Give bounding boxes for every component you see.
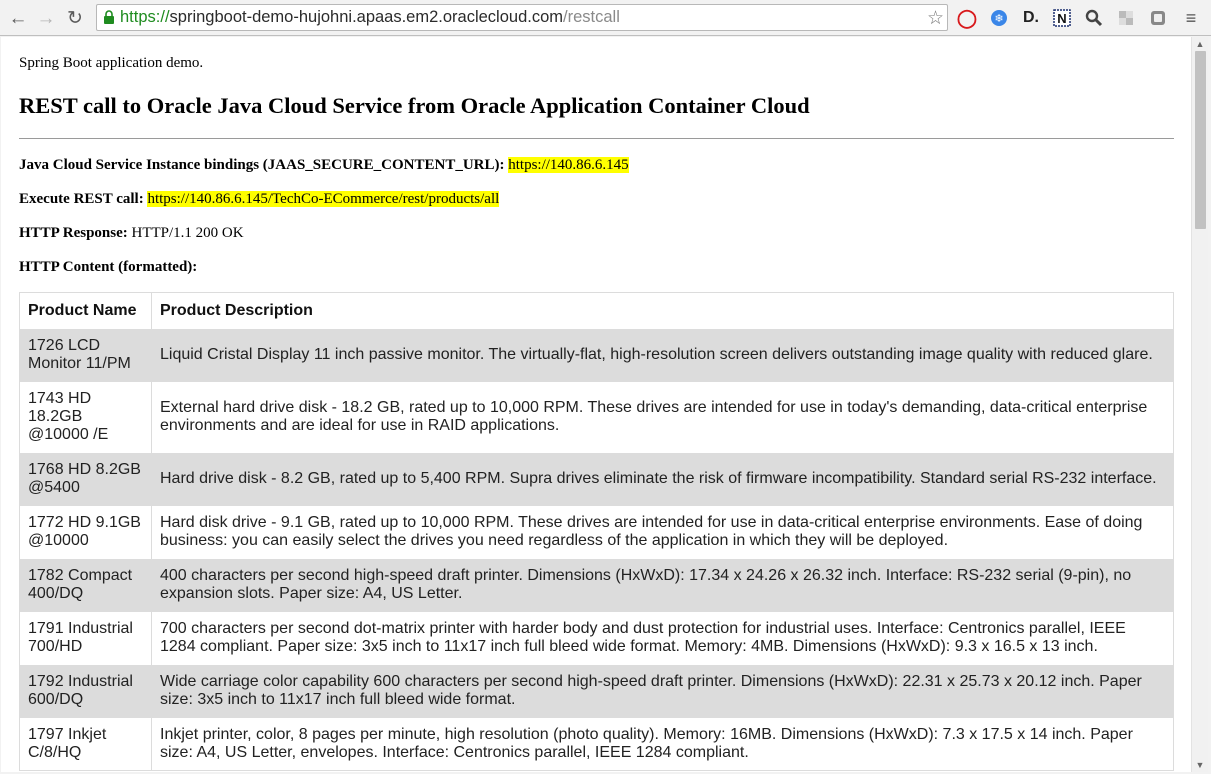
n-extension-icon[interactable]: N	[1051, 7, 1073, 29]
url-text: https://springboot-demo-hujohni.apaas.em…	[120, 8, 620, 27]
product-description-cell: 400 characters per second high-speed dra…	[151, 558, 1174, 612]
puzzle-extension-icon[interactable]	[1115, 7, 1137, 29]
table-row: 1792 Industrial 600/DQ Wide carriage col…	[19, 664, 1174, 718]
product-name-cell: 1772 HD 9.1GB @10000	[19, 505, 152, 559]
snowflake-icon[interactable]: ❄	[988, 7, 1010, 29]
products-table: Product Name Product Description 1726 LC…	[19, 292, 1174, 771]
snowflake-icon-shape: ❄	[991, 10, 1007, 26]
product-name-cell: 1791 Industrial 700/HD	[19, 611, 152, 665]
divider	[19, 138, 1174, 139]
product-description-cell: External hard drive disk - 18.2 GB, rate…	[151, 381, 1174, 453]
magnifier-icon-shape	[1085, 9, 1103, 27]
scroll-up-arrow-icon[interactable]: ▲	[1192, 37, 1208, 51]
bindings-line: Java Cloud Service Instance bindings (JA…	[19, 157, 629, 174]
response-value: HTTP/1.1 200 OK	[131, 225, 244, 241]
content-label: HTTP Content (formatted):	[19, 259, 198, 275]
product-name-cell: 1768 HD 8.2GB @5400	[19, 452, 152, 506]
product-description-cell: Liquid Cristal Display 11 inch passive m…	[151, 328, 1174, 382]
product-description-cell: Hard drive disk - 8.2 GB, rated up to 5,…	[151, 452, 1174, 506]
column-header-description: Product Description	[151, 292, 1174, 329]
puzzle-icon-shape	[1119, 11, 1133, 25]
table-row: 1726 LCD Monitor 11/PM Liquid Cristal Di…	[19, 328, 1174, 382]
d-extension-icon[interactable]: D.	[1020, 7, 1042, 29]
table-row: 1768 HD 8.2GB @5400 Hard drive disk - 8.…	[19, 452, 1174, 506]
table-row: 1772 HD 9.1GB @10000 Hard disk drive - 9…	[19, 505, 1174, 559]
product-description-cell: Wide carriage color capability 600 chara…	[151, 664, 1174, 718]
lock-icon	[104, 10, 114, 24]
vertical-scrollbar[interactable]: ▲ ▼	[1191, 37, 1208, 772]
url-host: springboot-demo-hujohni.apaas.em2.oracle…	[169, 8, 564, 26]
n-extension-icon-shape: N	[1053, 9, 1071, 27]
svg-text:❄: ❄	[994, 12, 1003, 25]
execute-label: Execute REST call:	[19, 191, 144, 207]
page-heading: REST call to Oracle Java Cloud Service f…	[19, 93, 810, 118]
product-name-cell: 1792 Industrial 600/DQ	[19, 664, 152, 718]
opera-icon[interactable]: ◯	[956, 7, 978, 29]
table-row: 1791 Industrial 700/HD 700 characters pe…	[19, 611, 1174, 665]
scrollbar-thumb[interactable]	[1195, 51, 1206, 229]
product-description-cell: Hard disk drive - 9.1 GB, rated up to 10…	[151, 505, 1174, 559]
square-icon-shape	[1151, 11, 1165, 25]
url-scheme: https://	[120, 8, 170, 26]
table-header-row: Product Name Product Description	[19, 292, 1174, 329]
square-extension-icon[interactable]	[1147, 7, 1169, 29]
execute-line: Execute REST call: https://140.86.6.145/…	[19, 191, 500, 208]
response-label: HTTP Response:	[19, 225, 128, 241]
intro-text: Spring Boot application demo.	[19, 55, 204, 71]
magnifier-extension-icon[interactable]	[1083, 7, 1105, 29]
forward-arrow-icon[interactable]: →	[34, 6, 58, 30]
product-name-cell: 1797 Inkjet C/8/HQ	[19, 717, 152, 771]
scroll-down-arrow-icon[interactable]: ▼	[1192, 758, 1208, 772]
menu-icon[interactable]: ≡	[1180, 7, 1202, 29]
table-row: 1782 Compact 400/DQ 400 characters per s…	[19, 558, 1174, 612]
page-viewport: Spring Boot application demo. REST call …	[1, 37, 1191, 772]
reload-icon[interactable]: ↻	[63, 6, 87, 30]
table-row: 1797 Inkjet C/8/HQ Inkjet printer, color…	[19, 717, 1174, 771]
bookmark-star-icon[interactable]: ☆	[927, 7, 944, 30]
bindings-value: https://140.86.6.145	[508, 157, 629, 173]
back-arrow-icon[interactable]: ←	[6, 6, 30, 30]
response-line: HTTP Response: HTTP/1.1 200 OK	[19, 225, 244, 242]
bindings-label: Java Cloud Service Instance bindings (JA…	[19, 157, 505, 173]
execute-value: https://140.86.6.145/TechCo-ECommerce/re…	[147, 191, 500, 207]
browser-toolbar: ← → ↻ https://springboot-demo-hujohni.ap…	[0, 0, 1211, 36]
column-header-name: Product Name	[19, 292, 152, 329]
content-line: HTTP Content (formatted):	[19, 259, 197, 276]
product-description-cell: Inkjet printer, color, 8 pages per minut…	[151, 717, 1174, 771]
address-bar[interactable]: https://springboot-demo-hujohni.apaas.em…	[96, 4, 948, 31]
table-row: 1743 HD 18.2GB @10000 /E External hard d…	[19, 381, 1174, 453]
url-path: /restcall	[563, 8, 620, 26]
product-name-cell: 1743 HD 18.2GB @10000 /E	[19, 381, 152, 453]
svg-text:N: N	[1057, 11, 1066, 26]
product-name-cell: 1726 LCD Monitor 11/PM	[19, 328, 152, 382]
product-description-cell: 700 characters per second dot-matrix pri…	[151, 611, 1174, 665]
product-name-cell: 1782 Compact 400/DQ	[19, 558, 152, 612]
